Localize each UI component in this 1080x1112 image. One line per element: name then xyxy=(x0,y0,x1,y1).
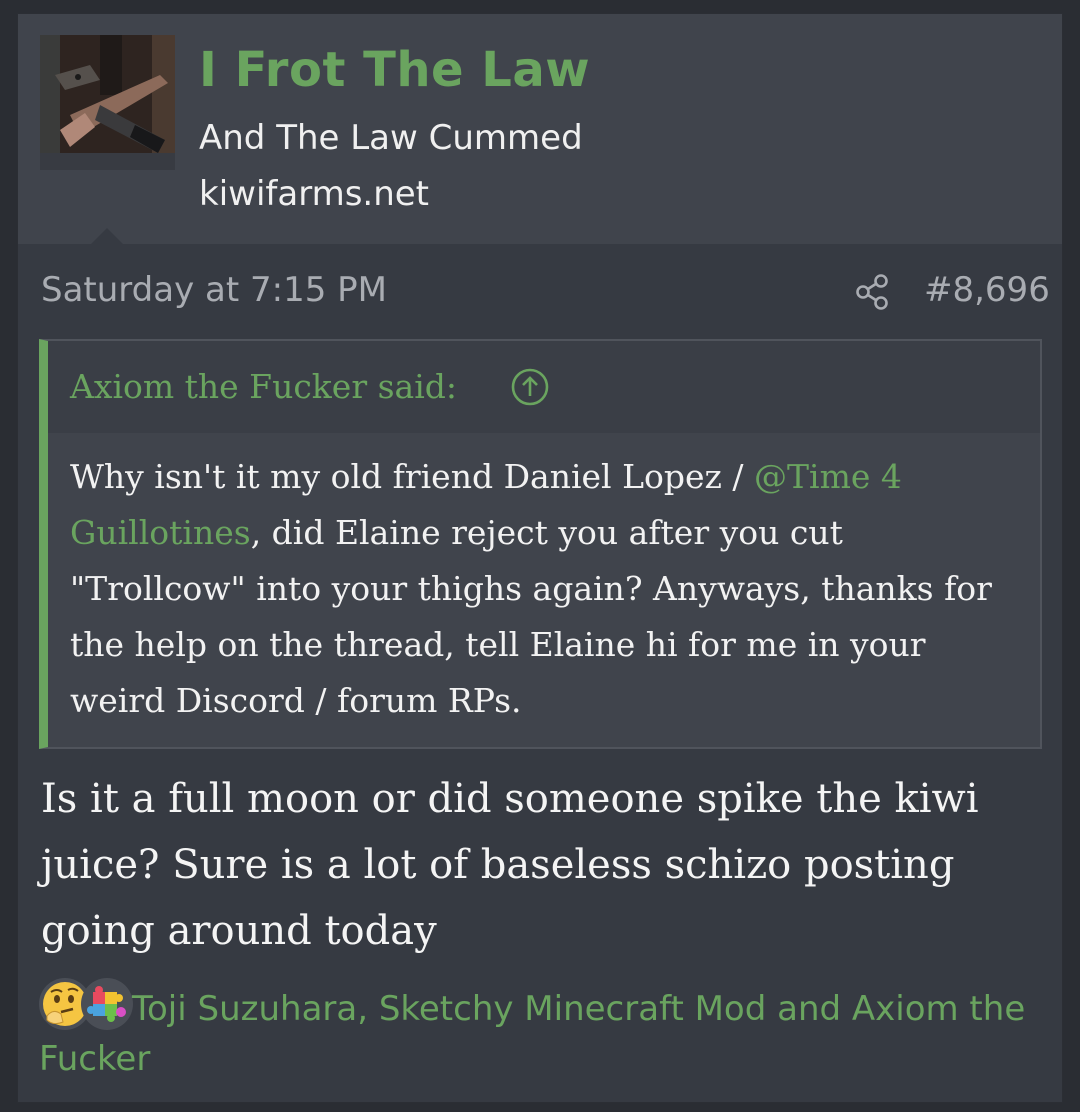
username[interactable]: I Frot The Law xyxy=(199,42,590,98)
quote-block: Axiom the Fucker said: Why isn't it my o… xyxy=(39,339,1042,749)
post-number[interactable]: #8,696 xyxy=(924,270,1050,310)
user-site: kiwifarms.net xyxy=(199,174,430,214)
post-message: Is it a full moon or did someone spike t… xyxy=(41,776,979,954)
avatar[interactable] xyxy=(40,35,175,170)
quote-text-before: Why isn't it my old friend Daniel Lopez … xyxy=(70,457,755,496)
post-card: I Frot The Law And The Law Cummed kiwifa… xyxy=(17,13,1063,1103)
quote-author[interactable]: Axiom the Fucker said: xyxy=(70,367,457,406)
user-title: And The Law Cummed xyxy=(199,118,583,158)
jump-to-quote-icon[interactable] xyxy=(510,367,550,407)
quote-header: Axiom the Fucker said: xyxy=(48,341,1040,433)
post-date[interactable]: Saturday at 7:15 PM xyxy=(41,270,387,310)
avatar-image xyxy=(40,35,175,153)
reaction-users-link[interactable]: Toji Suzuhara, Sketchy Minecraft Mod and… xyxy=(39,984,1039,1084)
quote-body: Why isn't it my old friend Daniel Lopez … xyxy=(70,449,1020,729)
header-pointer xyxy=(90,228,124,245)
user-header: I Frot The Law And The Law Cummed kiwifa… xyxy=(18,14,1062,245)
share-icon[interactable] xyxy=(854,272,890,312)
